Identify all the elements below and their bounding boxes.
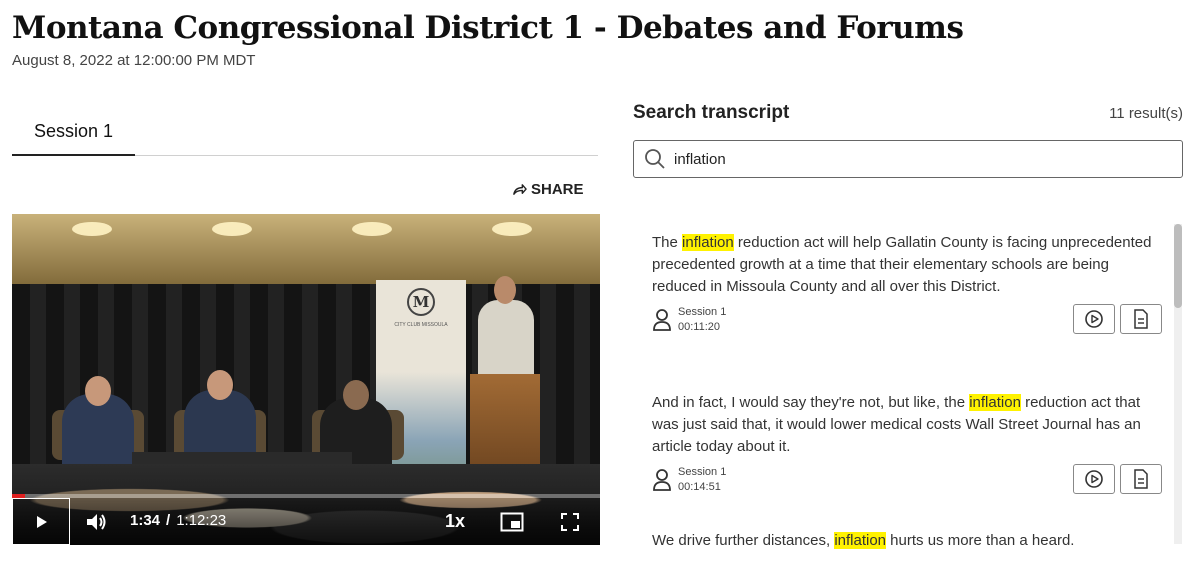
speaker-figure: [478, 300, 534, 380]
city-club-logo: M: [407, 288, 435, 316]
time-separator: /: [166, 512, 171, 529]
result-session: Session 1: [678, 466, 727, 478]
person-icon: [653, 309, 671, 331]
share-arrow-icon: [513, 184, 527, 195]
search-highlight: inflation: [834, 532, 887, 549]
result-text: The inflation reduction act will help Ga…: [652, 234, 1152, 295]
session-tabs: Session 1: [12, 108, 598, 156]
result-meta: Session 1 00:14:51: [652, 464, 1162, 496]
result-item[interactable]: We drive further distances, inflation hu…: [652, 530, 1162, 552]
panelist-head: [343, 380, 369, 410]
play-circle-icon: [1085, 470, 1103, 488]
panelist-head: [207, 370, 233, 400]
view-transcript-button[interactable]: [1120, 304, 1162, 334]
scrollbar-thumb[interactable]: [1174, 224, 1182, 308]
result-session: Session 1: [678, 306, 727, 318]
result-item[interactable]: The inflation reduction act will help Ga…: [652, 232, 1162, 336]
document-icon: [1134, 469, 1148, 489]
picture-in-picture-button[interactable]: [497, 498, 527, 545]
playback-speed-button[interactable]: 1x: [440, 498, 470, 545]
results-scrollbar[interactable]: [1174, 224, 1182, 544]
result-item[interactable]: And in fact, I would say they're not, bu…: [652, 392, 1162, 496]
time-display: 1:34 / 1:12:23: [130, 512, 226, 529]
person-icon: [653, 469, 671, 491]
view-transcript-button[interactable]: [1120, 464, 1162, 494]
picture-in-picture-icon: [500, 512, 524, 531]
video-player[interactable]: M CITY CLUB MISSOULA 1:34 / 1:12:23 1x: [12, 214, 600, 545]
banner-text: CITY CLUB MISSOULA: [394, 322, 448, 328]
play-button[interactable]: [12, 498, 70, 545]
duration: 1:12:23: [176, 512, 227, 529]
podium: [470, 374, 540, 474]
player-controls: 1:34 / 1:12:23 1x: [12, 498, 600, 545]
page-title: Montana Congressional District 1 - Debat…: [12, 10, 964, 46]
panelist-head: [85, 376, 111, 406]
fullscreen-icon: [561, 512, 579, 531]
search-transcript-title: Search transcript: [633, 102, 790, 123]
result-timestamp: 00:14:51: [678, 481, 721, 493]
fullscreen-button[interactable]: [557, 498, 583, 545]
play-circle-icon: [1085, 310, 1103, 328]
transcript-search-box: [633, 140, 1183, 178]
volume-icon: [87, 513, 106, 530]
transcript-results: The inflation reduction act will help Ga…: [633, 218, 1183, 566]
volume-button[interactable]: [82, 498, 112, 545]
search-highlight: inflation: [969, 394, 1021, 411]
tab-session-1[interactable]: Session 1: [12, 108, 135, 156]
current-time: 1:34: [130, 512, 161, 529]
search-highlight: inflation: [682, 234, 734, 251]
document-icon: [1134, 309, 1148, 329]
play-clip-button[interactable]: [1073, 304, 1115, 334]
result-meta: Session 1 00:11:20: [652, 304, 1162, 336]
result-timestamp: 00:11:20: [678, 321, 721, 333]
search-icon: [645, 149, 665, 169]
share-button[interactable]: SHARE: [512, 181, 584, 198]
result-text: And in fact, I would say they're not, bu…: [652, 394, 1141, 455]
speaker-head: [494, 276, 516, 304]
event-date: August 8, 2022 at 12:00:00 PM MDT: [12, 52, 256, 69]
share-label: SHARE: [531, 181, 584, 198]
result-text: We drive further distances, inflation hu…: [652, 532, 1075, 549]
play-icon: [37, 515, 47, 528]
result-count: 11 result(s): [1109, 105, 1183, 122]
search-input[interactable]: [674, 150, 1154, 168]
play-clip-button[interactable]: [1073, 464, 1115, 494]
